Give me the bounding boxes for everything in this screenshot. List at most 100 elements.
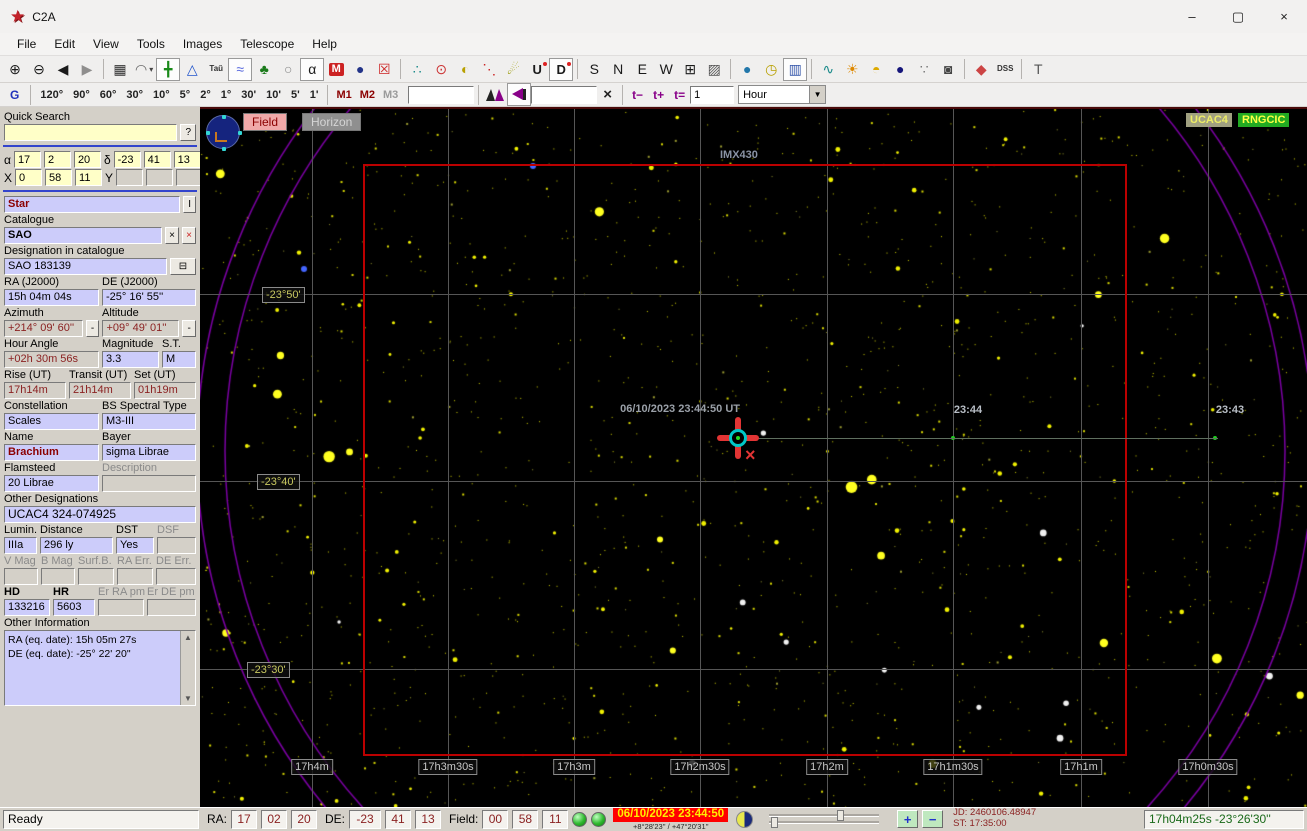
zoom-minus-button[interactable]: − [922, 810, 944, 828]
menu-help[interactable]: Help [303, 34, 346, 54]
sun-icon[interactable]: ☀ [840, 58, 864, 81]
dome-icon[interactable]: ◠ ▾ [132, 58, 156, 81]
clear-input-icon[interactable]: × [597, 86, 618, 103]
flip-vertical-icon[interactable] [507, 83, 532, 106]
north-icon[interactable]: N [606, 58, 630, 81]
time-unit-select[interactable]: Hour ▼ [738, 85, 827, 104]
fov-button-1deg[interactable]: 1° [216, 87, 237, 103]
designation-field[interactable]: SAO 183139 [4, 258, 167, 275]
flip-horizontal-icon[interactable] [483, 83, 507, 106]
scroll-up-icon[interactable]: ▲ [184, 633, 192, 642]
variable-stars-icon[interactable]: ∿ [816, 58, 840, 81]
ra-h-field[interactable] [13, 151, 41, 168]
x1-field[interactable] [15, 169, 43, 186]
menu-images[interactable]: Images [174, 34, 231, 54]
fov-button-5deg[interactable]: 5° [175, 87, 196, 103]
south-icon[interactable]: S [582, 58, 606, 81]
menu-file[interactable]: File [8, 34, 45, 54]
slider-track-1[interactable] [769, 810, 880, 821]
memory-button-m1[interactable]: M1 [332, 87, 355, 103]
fov-button-1min[interactable]: 1' [305, 87, 324, 103]
star-clusters-icon[interactable]: ∴ [405, 58, 429, 81]
quick-search-input[interactable] [4, 124, 178, 141]
current-datetime[interactable]: 06/10/2023 23:44:50 [613, 808, 729, 822]
east-icon[interactable]: E [630, 58, 654, 81]
close-icon[interactable]: × [1261, 0, 1307, 33]
dwarf-planets-icon[interactable]: D [549, 57, 574, 81]
fov-button-2deg[interactable]: 2° [195, 87, 216, 103]
object-search-input[interactable] [408, 85, 475, 104]
y3-field[interactable] [176, 169, 204, 186]
map-tab-horizon[interactable]: Horizon [302, 113, 362, 131]
deep-sky-icon[interactable]: ● [348, 58, 372, 81]
clear-all-icon[interactable]: × [182, 227, 196, 244]
camera-icon[interactable]: ◙ [936, 58, 960, 81]
fov-button-5min[interactable]: 5' [286, 87, 305, 103]
dss-image-icon[interactable]: DSS [993, 58, 1017, 81]
fov-button-10deg[interactable]: 10° [148, 87, 175, 103]
fov-button-30min[interactable]: 30' [236, 87, 261, 103]
slider-thumb-1[interactable] [837, 810, 845, 821]
ccd-frame-icon[interactable]: ◆ [969, 58, 993, 81]
catalog-badge-rngcic[interactable]: RNGCIC [1238, 113, 1290, 127]
map-tab-field[interactable]: Field [243, 113, 288, 131]
earth-icon[interactable]: ● [735, 58, 759, 81]
fov-button-60deg[interactable]: 60° [95, 87, 122, 103]
catalogue-field[interactable]: SAO [4, 227, 162, 244]
moon-phase-icon[interactable]: ◐ [453, 58, 477, 81]
asteroids-icon[interactable]: ⋱ [477, 58, 501, 81]
fov-button-10min[interactable]: 10' [261, 87, 286, 103]
y1-field[interactable] [116, 169, 144, 186]
grid-icon[interactable]: ▦ [108, 58, 132, 81]
time-settings-icon[interactable]: ◷ [759, 58, 783, 81]
memory-button-m2[interactable]: M2 [356, 87, 379, 103]
uranus-icon[interactable]: U [525, 58, 549, 81]
print-button[interactable]: ⊟ [170, 258, 196, 275]
zoom-plus-button[interactable]: + [897, 810, 919, 828]
scroll-down-icon[interactable]: ▼ [184, 694, 192, 703]
twilight-icon[interactable]: ◓ [864, 58, 888, 81]
horizon-fill-icon[interactable]: ▨ [702, 58, 726, 81]
scrollbar[interactable]: ▲ ▼ [180, 631, 195, 705]
landscape-icon[interactable]: ♣ [252, 58, 276, 81]
fov-button-90deg[interactable]: 90° [68, 87, 95, 103]
ra-m-field[interactable] [43, 151, 71, 168]
time-minus-button[interactable]: t− [627, 86, 648, 104]
full-sky-icon[interactable]: ⊞ [678, 58, 702, 81]
minimize-icon[interactable]: – [1169, 0, 1215, 33]
satellites-icon[interactable]: ∵ [912, 58, 936, 81]
designation-quick-input[interactable] [531, 85, 598, 104]
panels-icon[interactable]: ▥ [783, 57, 808, 81]
nebulae-icon[interactable]: ⊙ [429, 58, 453, 81]
night-vision-icon[interactable]: ● [888, 58, 912, 81]
comets-icon[interactable]: ☄ [501, 58, 525, 81]
zoom-out-icon[interactable]: ⊖ [27, 58, 51, 81]
ra-s-field[interactable] [73, 151, 101, 168]
clear-catalogue-icon[interactable]: × [165, 227, 179, 244]
ngc-selection-icon[interactable]: ☒ [372, 58, 396, 81]
time-step-input[interactable] [690, 85, 735, 104]
alpha-labels-icon[interactable]: α [300, 57, 325, 81]
help-button[interactable]: ? [180, 124, 196, 141]
slider-track-2[interactable] [769, 817, 880, 828]
history-back-icon[interactable]: ◀ [51, 58, 75, 81]
milky-way-icon[interactable]: ≈ [228, 57, 253, 81]
x2-field[interactable] [45, 169, 73, 186]
x3-field[interactable] [75, 169, 103, 186]
de-d-field[interactable] [113, 151, 141, 168]
fov-button-120deg[interactable]: 120° [35, 87, 68, 103]
catalog-badge-ucac4[interactable]: UCAC4 [1186, 113, 1232, 127]
menu-edit[interactable]: Edit [45, 34, 84, 54]
constellation-lines-icon[interactable]: △ [180, 58, 204, 81]
y2-field[interactable] [146, 169, 174, 186]
goto-button[interactable]: G [3, 86, 26, 104]
center-position-icon[interactable]: ╋ [156, 57, 181, 81]
memory-button-m3[interactable]: M3 [379, 87, 402, 103]
maximize-icon[interactable]: ▢ [1215, 0, 1261, 33]
west-icon[interactable]: W [654, 58, 678, 81]
slider-thumb-2[interactable] [771, 817, 779, 828]
de-s-field[interactable] [173, 151, 201, 168]
fov-button-30deg[interactable]: 30° [121, 87, 148, 103]
identify-button[interactable]: I [183, 196, 196, 213]
de-m-field[interactable] [143, 151, 171, 168]
